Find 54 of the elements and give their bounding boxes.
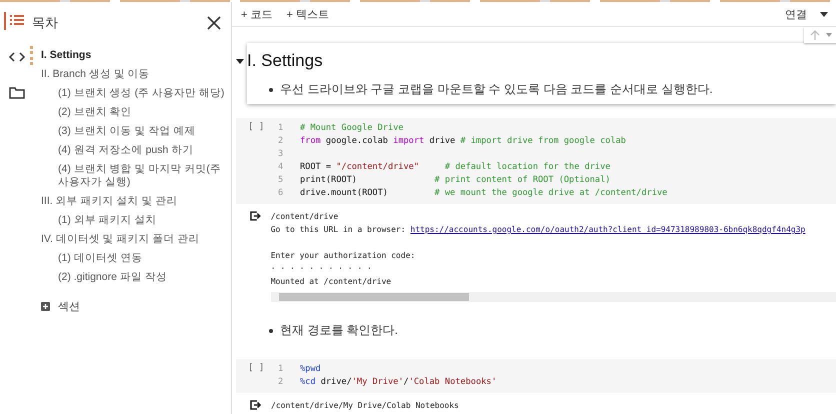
output-text: /content/drive/My Drive/Colab Notebooks xyxy=(271,401,459,410)
panel-title: 목차 xyxy=(32,14,58,32)
line-number: 5 xyxy=(278,174,284,187)
code-line: ROOT = "/content/drive" # default location for the drive xyxy=(300,161,610,174)
toolbar-button[interactable]: + 코드 xyxy=(238,4,276,24)
collapse-caret-icon[interactable] xyxy=(236,58,244,64)
output-text: Enter your authorization code: xyxy=(270,251,416,260)
section-heading: I. Settings xyxy=(247,50,323,72)
toc-item[interactable]: IV. 데이터셋 및 패키지 폴더 관리 xyxy=(30,230,231,249)
toc-item[interactable]: III. 외부 패키지 설치 및 관리 xyxy=(30,192,231,211)
output-text: Mounted at /content/drive xyxy=(270,277,392,286)
toc-item[interactable]: (4) 원격 저장소에 push 하기 xyxy=(30,141,231,160)
output-text: · · · · · · · · · · · xyxy=(270,264,372,273)
line-number: 2 xyxy=(278,376,284,389)
toc-item[interactable]: (2) .gitignore 파일 작성 xyxy=(30,268,231,287)
bullet-text: 우선 드라이브와 구글 코랩을 마운트할 수 있도록 다음 코드를 순서대로 실행한다. xyxy=(280,81,713,98)
bullet-icon xyxy=(269,328,273,332)
connect-button[interactable]: 연결 xyxy=(782,4,810,24)
code-line: drive.mount(ROOT) # we mount the google drive at /content/drive xyxy=(300,187,668,200)
toc-item[interactable]: I. Settings xyxy=(30,46,231,65)
plus-box-icon[interactable] xyxy=(41,302,50,311)
output-icon xyxy=(249,399,261,411)
auth-link[interactable]: https://accounts.google.com/o/oauth2/auth?client_id=947318989803-6bn6qk8qdgf4n4g3p xyxy=(410,225,806,234)
toc-item[interactable]: (1) 브랜치 생성 (주 사용자만 해당) xyxy=(30,84,231,103)
code-line: %pwd xyxy=(300,363,321,376)
toc-item[interactable]: (4) 브랜치 병합 및 마지막 커밋(주 사용자가 실행) xyxy=(30,160,231,192)
run-button[interactable]: [ ] xyxy=(248,363,278,389)
toc-item[interactable]: (2) 브랜치 확인 xyxy=(30,103,231,122)
caret-icon[interactable] xyxy=(820,12,828,16)
line-number: 2 xyxy=(278,135,284,148)
output-text: /content/drive xyxy=(270,212,338,221)
run-button[interactable]: [ ] xyxy=(248,122,278,200)
toc-item[interactable]: (3) 브랜치 이동 및 작업 예제 xyxy=(30,122,231,141)
line-number: 1 xyxy=(278,363,284,376)
line-number: 1 xyxy=(278,122,284,135)
toc-item[interactable]: II. Branch 생성 및 이동 xyxy=(30,65,231,84)
toc-icon[interactable] xyxy=(4,12,26,30)
line-number: 3 xyxy=(278,148,284,161)
code-line: from google.colab import drive # import drive from google colab xyxy=(300,135,626,148)
line-number: 4 xyxy=(278,161,284,174)
add-section-link[interactable]: 섹션 xyxy=(58,299,80,314)
bullet-icon xyxy=(269,88,273,92)
toolbar-button[interactable]: + 텍스트 xyxy=(283,4,332,24)
output-icon xyxy=(249,210,261,222)
code-line: %cd drive/'My Drive'/'Colab Notebooks' xyxy=(300,376,497,389)
line-number: 6 xyxy=(278,187,284,200)
horizontal-scrollbar[interactable] xyxy=(270,292,836,302)
toc-item[interactable]: (1) 데이터셋 연동 xyxy=(30,249,231,268)
close-icon[interactable] xyxy=(207,16,221,30)
code-line: print(ROOT) # print content of ROOT (Optional) xyxy=(300,174,610,187)
bullet-text: 현재 경로를 확인한다. xyxy=(280,322,398,339)
toc-item[interactable]: (1) 외부 패키지 설치 xyxy=(30,211,231,230)
output-text: Go to this URL in a browser: xyxy=(270,225,407,234)
code-line: # Mount Google Drive xyxy=(300,122,404,135)
